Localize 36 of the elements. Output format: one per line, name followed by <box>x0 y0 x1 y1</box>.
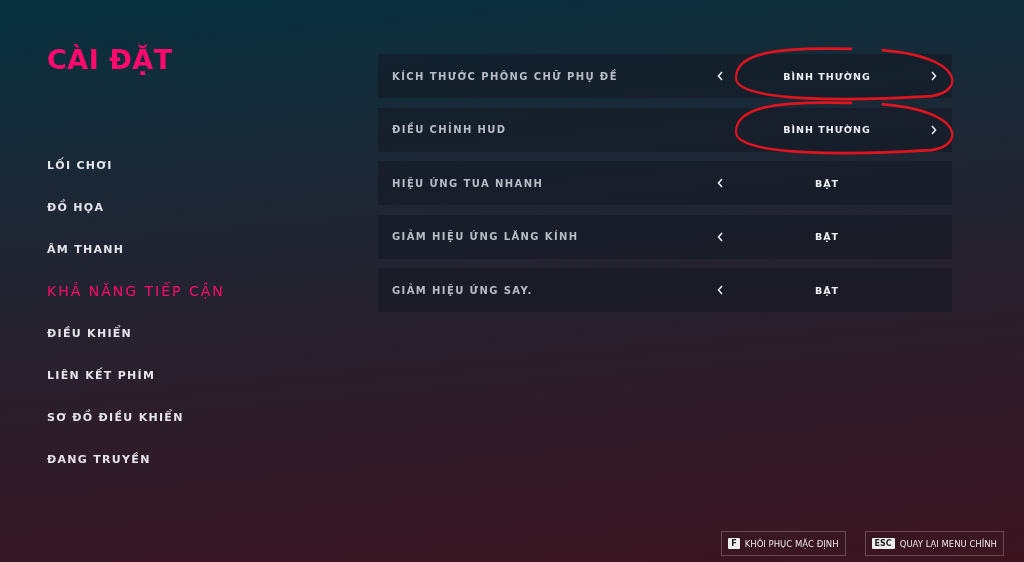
setting-row[interactable]: KÍCH THƯỚC PHÔNG CHỮ PHỤ ĐỀ BÌNH THƯỜNG <box>378 54 952 98</box>
setting-value: BẬT <box>814 177 840 189</box>
chevron-left-icon[interactable] <box>717 285 723 295</box>
setting-row[interactable]: HIỆU ỨNG TUA NHANH BẬT <box>378 161 952 205</box>
setting-row[interactable]: GIẢM HIỆU ỨNG SAY. BẬT <box>378 268 952 312</box>
menu-item[interactable]: ĐIỀU KHIỂN <box>47 324 133 342</box>
button-label: QUAY LẠI MENU CHÍNH <box>899 538 997 549</box>
footer-button[interactable]: ESC QUAY LẠI MENU CHÍNH <box>864 531 1004 556</box>
setting-label: ĐIỀU CHỈNH HUD <box>392 124 508 135</box>
key-badge: ESC <box>871 538 895 549</box>
setting-label: HIỆU ỨNG TUA NHANH <box>392 177 545 189</box>
chevron-left-icon[interactable] <box>717 178 723 188</box>
setting-label: GIẢM HIỆU ỨNG LĂNG KÍNH <box>392 231 580 242</box>
setting-label: KÍCH THƯỚC PHÔNG CHỮ PHỤ ĐỀ <box>392 70 619 82</box>
footer-button[interactable]: F KHÔI PHỤC MẶC ĐỊNH <box>721 531 846 556</box>
menu-item[interactable]: SƠ ĐỒ ĐIỀU KHIỂN <box>47 408 184 426</box>
setting-row[interactable]: GIẢM HIỆU ỨNG LĂNG KÍNH BẬT <box>378 214 952 259</box>
menu-item[interactable]: KHẢ NĂNG TIẾP CẬN <box>47 282 225 300</box>
menu-item[interactable]: ÂM THANH <box>47 240 125 258</box>
chevron-right-icon[interactable] <box>931 71 937 81</box>
chevron-left-icon[interactable] <box>717 71 723 81</box>
key-badge: F <box>728 538 740 549</box>
setting-value: BẬT <box>814 284 840 296</box>
button-label: KHÔI PHỤC MẶC ĐỊNH <box>744 538 839 549</box>
setting-value: BẬT <box>814 231 840 242</box>
menu-item[interactable]: ĐỒ HỌA <box>47 198 105 216</box>
setting-label: GIẢM HIỆU ỨNG SAY. <box>392 284 534 296</box>
menu-item[interactable]: LỐI CHƠI <box>47 156 113 174</box>
setting-value: BÌNH THƯỜNG <box>783 124 871 135</box>
chevron-right-icon[interactable] <box>931 124 937 135</box>
menu-item[interactable]: ĐANG TRUYỀN <box>47 450 151 468</box>
chevron-left-icon[interactable] <box>717 231 723 242</box>
setting-value: BÌNH THƯỜNG <box>783 70 871 82</box>
page-title: CÀI ĐẶT <box>47 44 174 75</box>
setting-row[interactable]: ĐIỀU CHỈNH HUD BÌNH THƯỜNG <box>378 107 952 152</box>
menu-item[interactable]: LIÊN KẾT PHÍM <box>47 366 156 384</box>
